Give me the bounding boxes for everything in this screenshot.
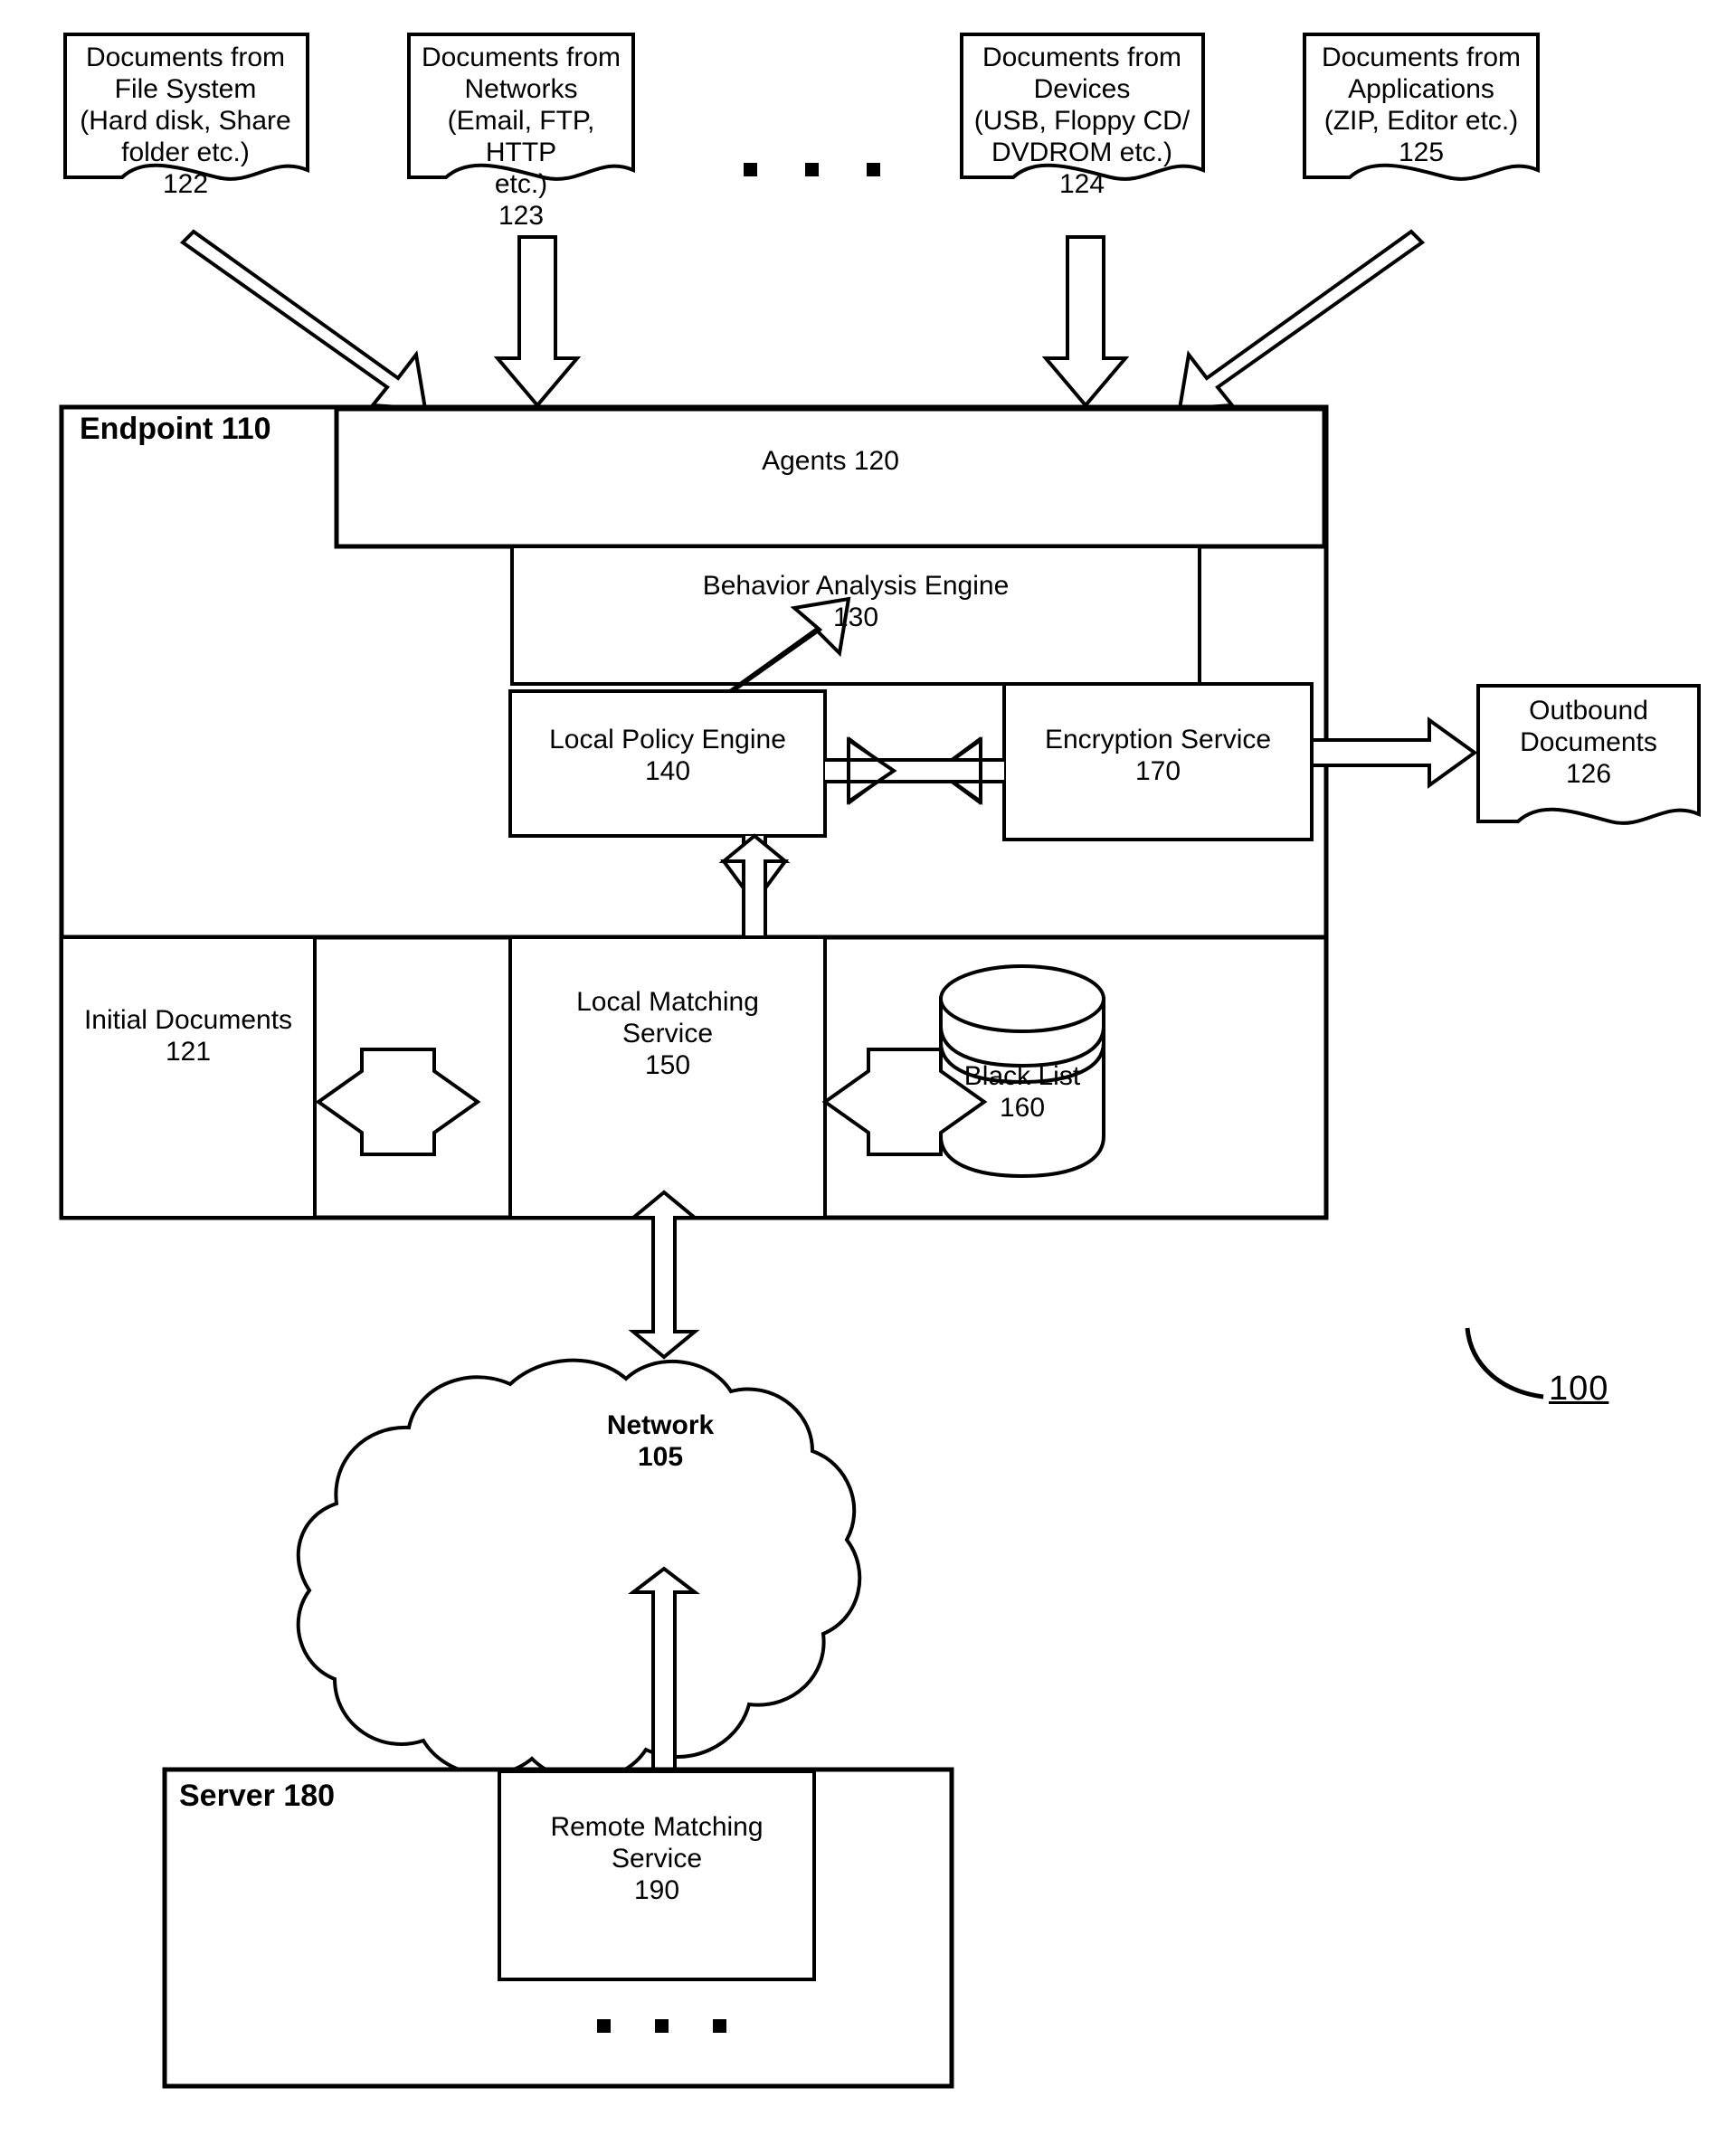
black-list-label: Black List 160 — [963, 1061, 1081, 1124]
endpoint-title: Endpoint 110 — [80, 412, 271, 446]
arrow-initial-to-matching — [315, 1048, 481, 1156]
network-label: Network 105 — [606, 1410, 715, 1473]
local-matching-service-label: Local Matching Service 150 — [576, 987, 759, 1081]
local-policy-engine-label: Local Policy Engine 140 — [549, 725, 786, 787]
initial-documents-box — [60, 935, 317, 1219]
reference-curve-100 — [1465, 1327, 1544, 1400]
server-ellipsis-dot-1 — [597, 2019, 611, 2033]
arrow-devices-to-agents — [1041, 235, 1130, 409]
arrow-file-system-to-agents — [179, 229, 428, 412]
diagram-vector-layer — [59, 33, 1701, 2089]
remote-matching-service-label: Remote Matching Service 190 — [550, 1812, 764, 1906]
behavior-analysis-engine-label: Behavior Analysis Engine 130 — [702, 571, 1010, 633]
doc-label-networks: Documents from Networks (Email, FTP, HTT… — [421, 43, 621, 232]
ellipsis-dot-2 — [805, 163, 819, 176]
doc-label-applications: Documents from Applications (ZIP, Editor… — [1321, 43, 1522, 168]
ellipsis-dot-1 — [744, 163, 757, 176]
arrow-applications-to-agents — [1177, 229, 1426, 412]
agents-box — [334, 406, 1327, 549]
agents-label: Agents 120 — [762, 446, 899, 476]
server-title: Server 180 — [179, 1779, 336, 1813]
arrow-encryption-to-outbound — [1310, 716, 1478, 789]
server-ellipsis-dot-3 — [713, 2019, 726, 2033]
arrow-networks-to-agents — [493, 235, 582, 409]
outbound-documents-label: Outbound Documents 126 — [1520, 696, 1657, 790]
arrow-policy-to-encryption — [825, 736, 1004, 805]
server-ellipsis-dot-2 — [655, 2019, 669, 2033]
ellipsis-dot-3 — [867, 163, 880, 176]
doc-label-devices: Documents from Devices (USB, Floppy CD/ … — [973, 43, 1191, 200]
figure-reference-100: 100 — [1549, 1370, 1609, 1408]
doc-label-file-system: Documents from File System (Hard disk, S… — [80, 43, 291, 200]
arrow-policy-encryption-right-head — [847, 736, 982, 805]
figure-canvas: Documents from File System (Hard disk, S… — [0, 0, 1736, 2154]
arrow-policy-encryption-left-head — [847, 736, 982, 805]
arrow-matching-to-network — [628, 1190, 700, 1360]
initial-documents-label: Initial Documents 121 — [83, 1005, 293, 1068]
endpoint-box — [59, 404, 1329, 940]
encryption-service-label: Encryption Service 170 — [1044, 725, 1272, 787]
